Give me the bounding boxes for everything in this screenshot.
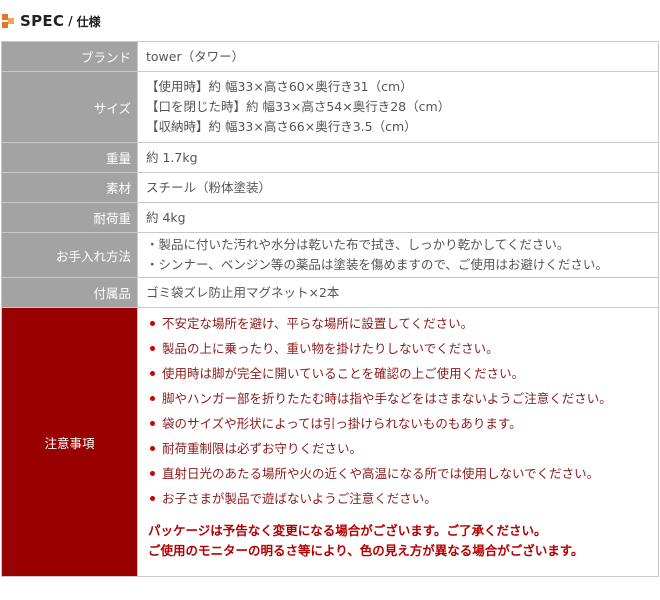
size-value: 【使用時】約 幅33×高さ60×奥行き31（cm） 【口を閉じた時】約 幅33×… (137, 71, 659, 143)
caution-item: 製品の上に乗ったり、重い物を掛けたりしないでください。 (148, 338, 658, 363)
material-value: スチール（粉体塗装） (137, 172, 659, 203)
spec-logo-icon (2, 14, 16, 28)
spec-row-care: お手入れ方法 ・製品に付いた汚れや水分は乾いた布で拭き、しっかり乾かしてください… (1, 232, 659, 278)
caution-notice: パッケージは予告なく変更になる場合がございます。ご了承ください。 ご使用のモニタ… (148, 521, 658, 561)
caution-item: 不安定な場所を避け、平らな場所に設置してください。 (148, 313, 658, 338)
size-line: 【収納時】約 幅33×高さ66×奥行き3.5（cm） (146, 119, 417, 134)
load-value: 約 4kg (137, 202, 659, 233)
weight-value: 約 1.7kg (137, 142, 659, 173)
spec-row-accessories: 付属品 ゴミ袋ズレ防止用マグネット×2本 (1, 277, 659, 308)
accessories-label: 付属品 (1, 277, 138, 308)
care-value: ・製品に付いた汚れや水分は乾いた布で拭き、しっかり乾かしてください。 ・シンナー… (137, 232, 659, 278)
care-line: ・製品に付いた汚れや水分は乾いた布で拭き、しっかり乾かしてください。 (146, 237, 570, 252)
care-label: お手入れ方法 (1, 232, 138, 278)
caution-item: 使用時は脚が完全に開いていることを確認の上ご使用ください。 (148, 363, 658, 388)
brand-label: ブランド (1, 41, 138, 72)
size-line: 【口を閉じた時】約 幅33×高さ54×奥行き28（cm） (146, 99, 451, 114)
notice-line: パッケージは予告なく変更になる場合がございます。ご了承ください。 (148, 523, 547, 538)
spec-row-caution: 注意事項 不安定な場所を避け、平らな場所に設置してください。 製品の上に乗ったり… (1, 307, 659, 577)
weight-label: 重量 (1, 142, 138, 173)
spec-row-brand: ブランド tower（タワー） (1, 41, 659, 72)
accessories-value: ゴミ袋ズレ防止用マグネット×2本 (137, 277, 659, 308)
caution-label: 注意事項 (1, 307, 138, 577)
load-label: 耐荷重 (1, 202, 138, 233)
brand-value: tower（タワー） (137, 41, 659, 72)
caution-item: 脚やハンガー部を折りたたむ時は指や手などをはさまないようご注意ください。 (148, 388, 658, 413)
heading-subtitle: 仕様 (76, 14, 101, 29)
heading-title: SPEC (20, 12, 65, 30)
spec-row-material: 素材 スチール（粉体塗装） (1, 172, 659, 203)
caution-item: 耐荷重制限は必ずお守りください。 (148, 438, 658, 463)
material-label: 素材 (1, 172, 138, 203)
spec-heading: SPEC / 仕様 (0, 10, 101, 32)
caution-value: 不安定な場所を避け、平らな場所に設置してください。 製品の上に乗ったり、重い物を… (137, 307, 659, 577)
caution-list: 不安定な場所を避け、平らな場所に設置してください。 製品の上に乗ったり、重い物を… (148, 313, 658, 513)
spec-row-weight: 重量 約 1.7kg (1, 142, 659, 173)
spec-table: ブランド tower（タワー） サイズ 【使用時】約 幅33×高さ60×奥行き3… (1, 41, 659, 577)
caution-item: お子さまが製品で遊ばないようご注意ください。 (148, 488, 658, 513)
caution-item: 袋のサイズや形状によっては引っ掛けられないものもあります。 (148, 413, 658, 438)
heading-separator: / (68, 14, 73, 28)
spec-row-size: サイズ 【使用時】約 幅33×高さ60×奥行き31（cm） 【口を閉じた時】約 … (1, 71, 659, 143)
size-label: サイズ (1, 71, 138, 143)
caution-item: 直射日光のあたる場所や火の近くや高温になる所では使用しないでください。 (148, 463, 658, 488)
size-line: 【使用時】約 幅33×高さ60×奥行き31（cm） (146, 79, 413, 94)
notice-line: ご使用のモニターの明るさ等により、色の見え方が異なる場合がございます。 (148, 543, 584, 558)
care-line: ・シンナー、ベンジン等の薬品は塗装を傷めますので、ご使用はお避けください。 (146, 257, 608, 272)
spec-row-load: 耐荷重 約 4kg (1, 202, 659, 233)
